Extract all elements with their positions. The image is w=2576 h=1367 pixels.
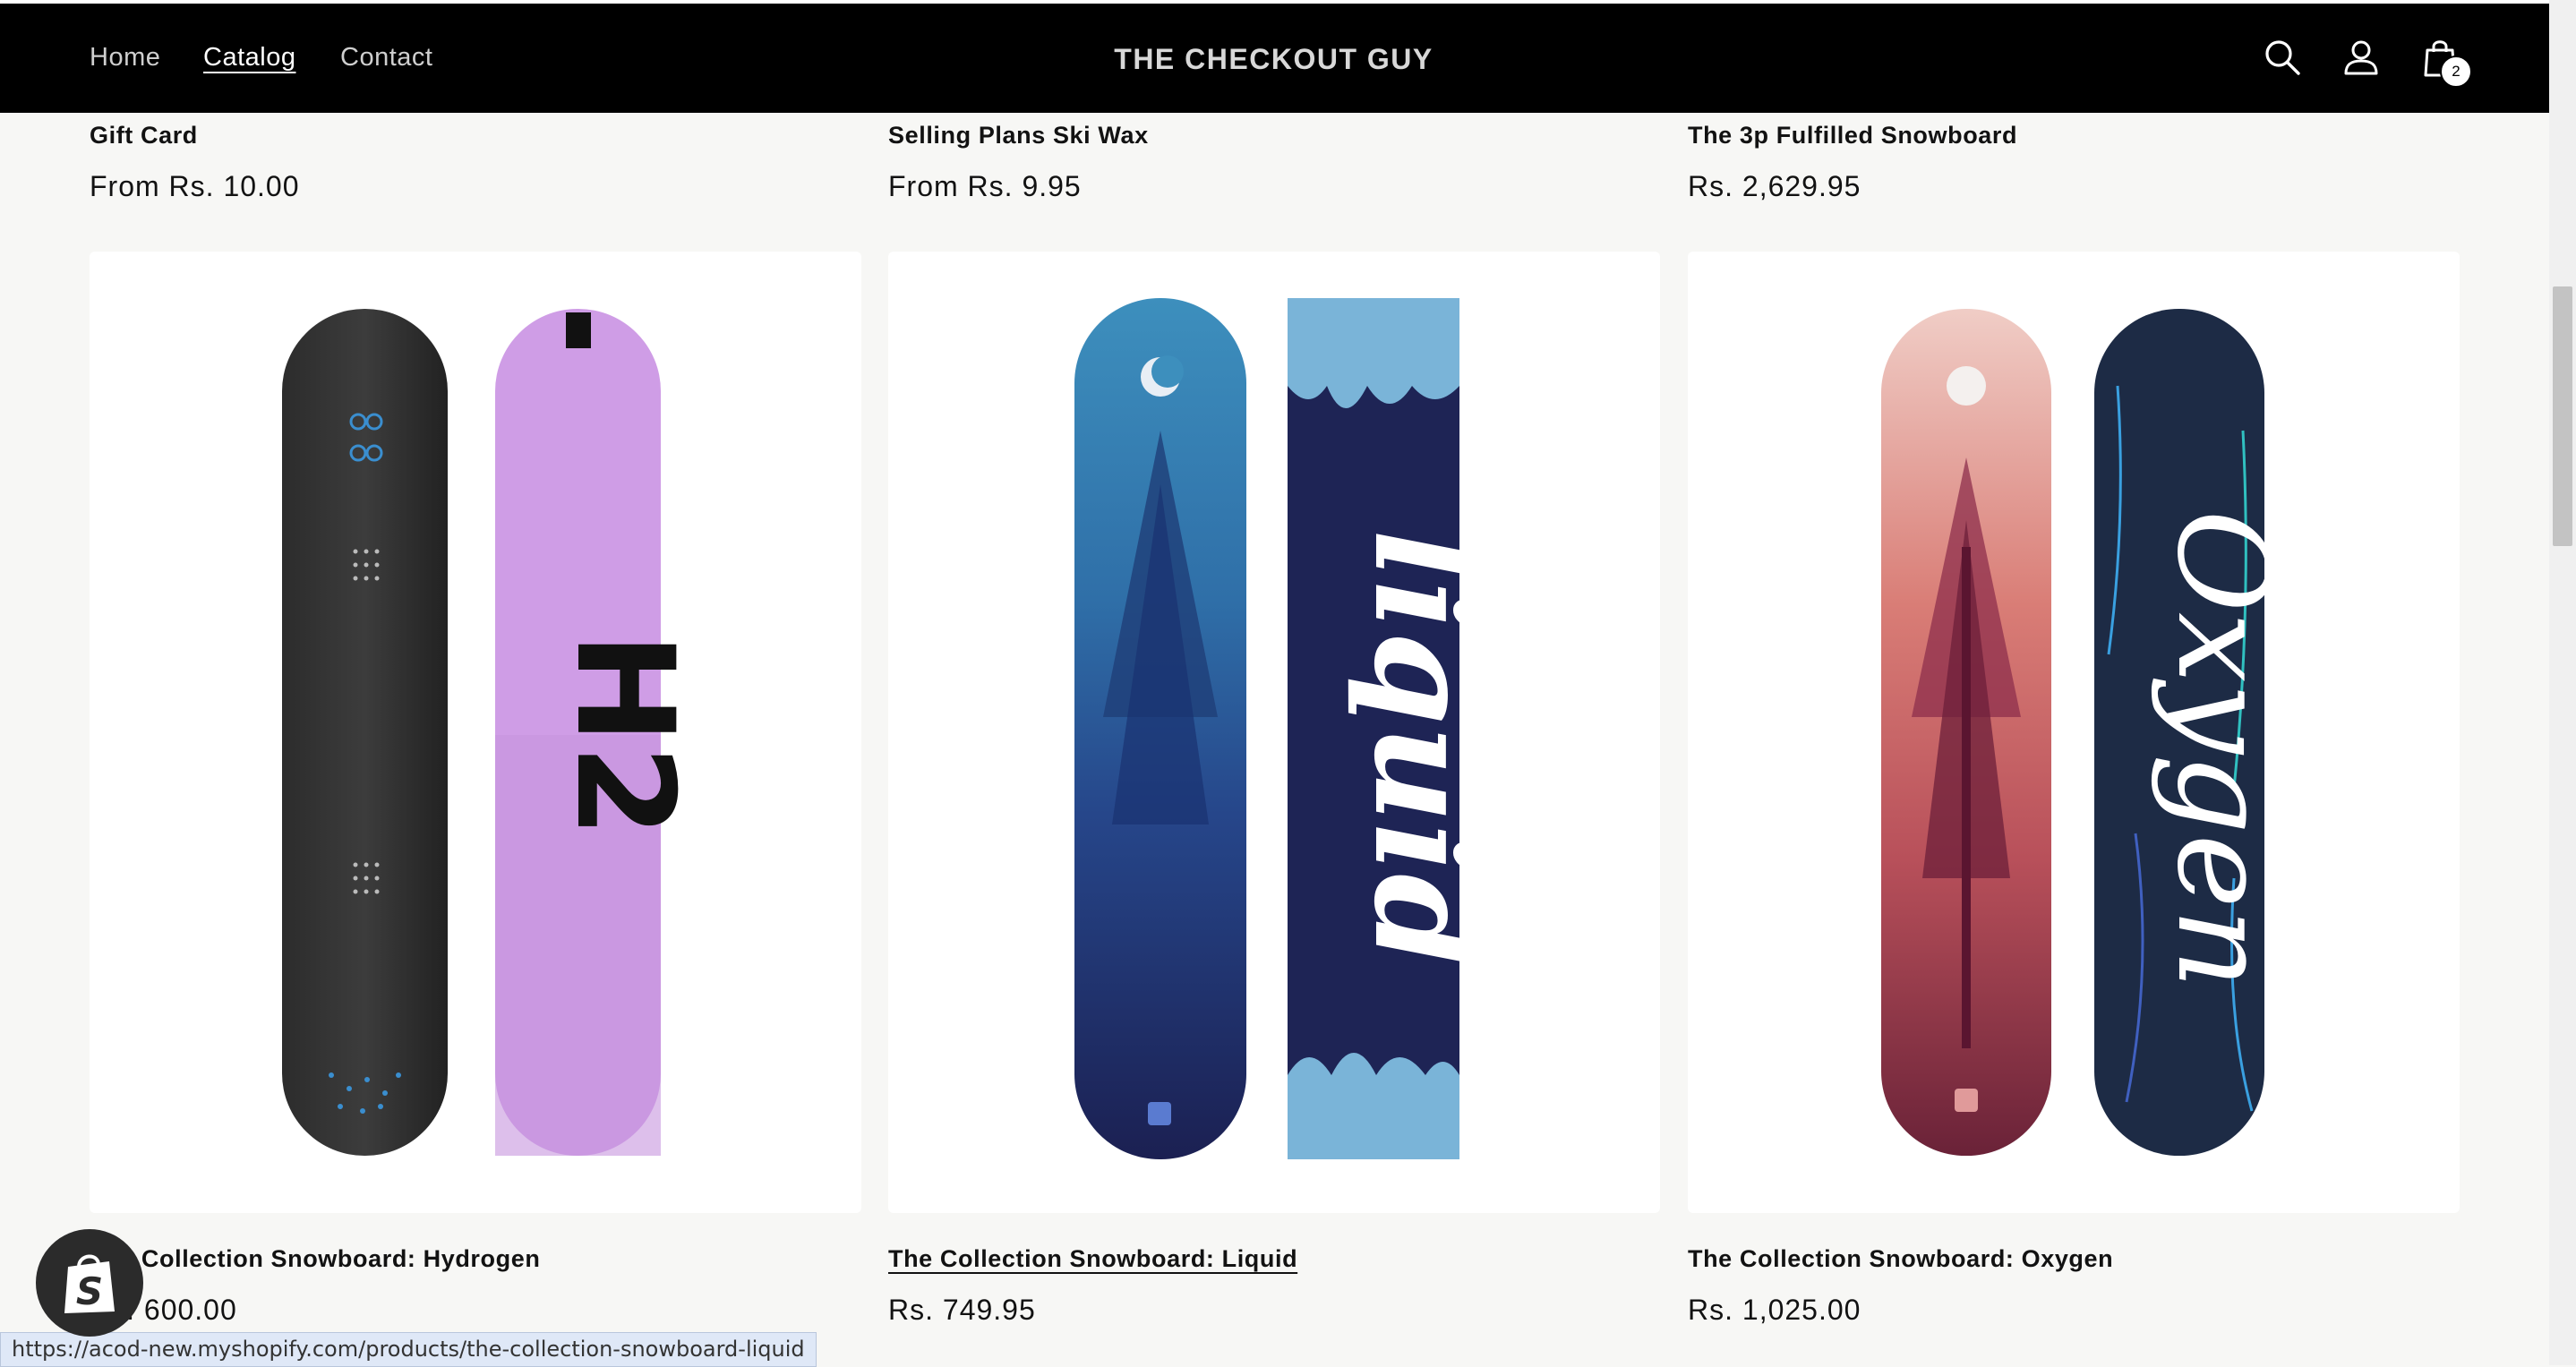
product-price: From Rs. 10.00 xyxy=(90,170,300,202)
product-price: Rs. 1,025.00 xyxy=(1688,1294,1861,1326)
product-title[interactable]: Selling Plans Ski Wax xyxy=(888,122,1149,150)
product-price: From Rs. 9.95 xyxy=(888,170,1082,202)
search-icon[interactable] xyxy=(2261,36,2304,79)
oxygen-snowboard-image: Oxygen xyxy=(1881,309,2295,1156)
liquid-snowboard-image: liquid xyxy=(1074,298,1502,1159)
nav-home[interactable]: Home xyxy=(90,43,160,73)
nav-catalog[interactable]: Catalog xyxy=(203,43,295,73)
cart-count-badge: 2 xyxy=(2440,56,2472,88)
nav-contact[interactable]: Contact xyxy=(340,43,432,73)
product-title[interactable]: Gift Card xyxy=(90,122,198,150)
site-header: Home Catalog Contact THE CHECKOUT GUY 2 xyxy=(0,4,2549,113)
product-card-liquid[interactable]: liquid xyxy=(888,252,1660,1213)
product-price: Rs. 749.95 xyxy=(888,1294,1036,1326)
svg-text:H2: H2 xyxy=(546,632,702,838)
product-title[interactable]: The Collection Snowboard: Oxygen xyxy=(1688,1245,2113,1273)
page-scrollbar[interactable] xyxy=(2549,0,2576,1365)
product-title[interactable]: The Collection Snowboard: Liquid xyxy=(888,1245,1297,1273)
product-card-oxygen[interactable]: Oxygen xyxy=(1688,252,2460,1213)
svg-text:liquid: liquid xyxy=(1344,529,1502,968)
product-title[interactable]: The Collection Snowboard: Hydrogen xyxy=(90,1245,540,1273)
product-price: Rs. 2,629.95 xyxy=(1688,170,1861,202)
svg-text:Oxygen: Oxygen xyxy=(2149,509,2295,988)
browser-status-url: https://acod-new.myshopify.com/products/… xyxy=(0,1332,817,1367)
product-title[interactable]: The 3p Fulfilled Snowboard xyxy=(1688,122,2017,150)
scrollbar-thumb[interactable] xyxy=(2553,286,2572,546)
svg-text:S: S xyxy=(76,1269,103,1313)
account-icon[interactable] xyxy=(2340,36,2383,79)
hydrogen-snowboard-image: H2 xyxy=(282,309,702,1156)
product-card-hydrogen[interactable]: H2 xyxy=(90,252,861,1213)
shopify-bag-icon[interactable]: S xyxy=(36,1229,143,1337)
store-brand[interactable]: THE CHECKOUT GUY xyxy=(985,43,1562,76)
